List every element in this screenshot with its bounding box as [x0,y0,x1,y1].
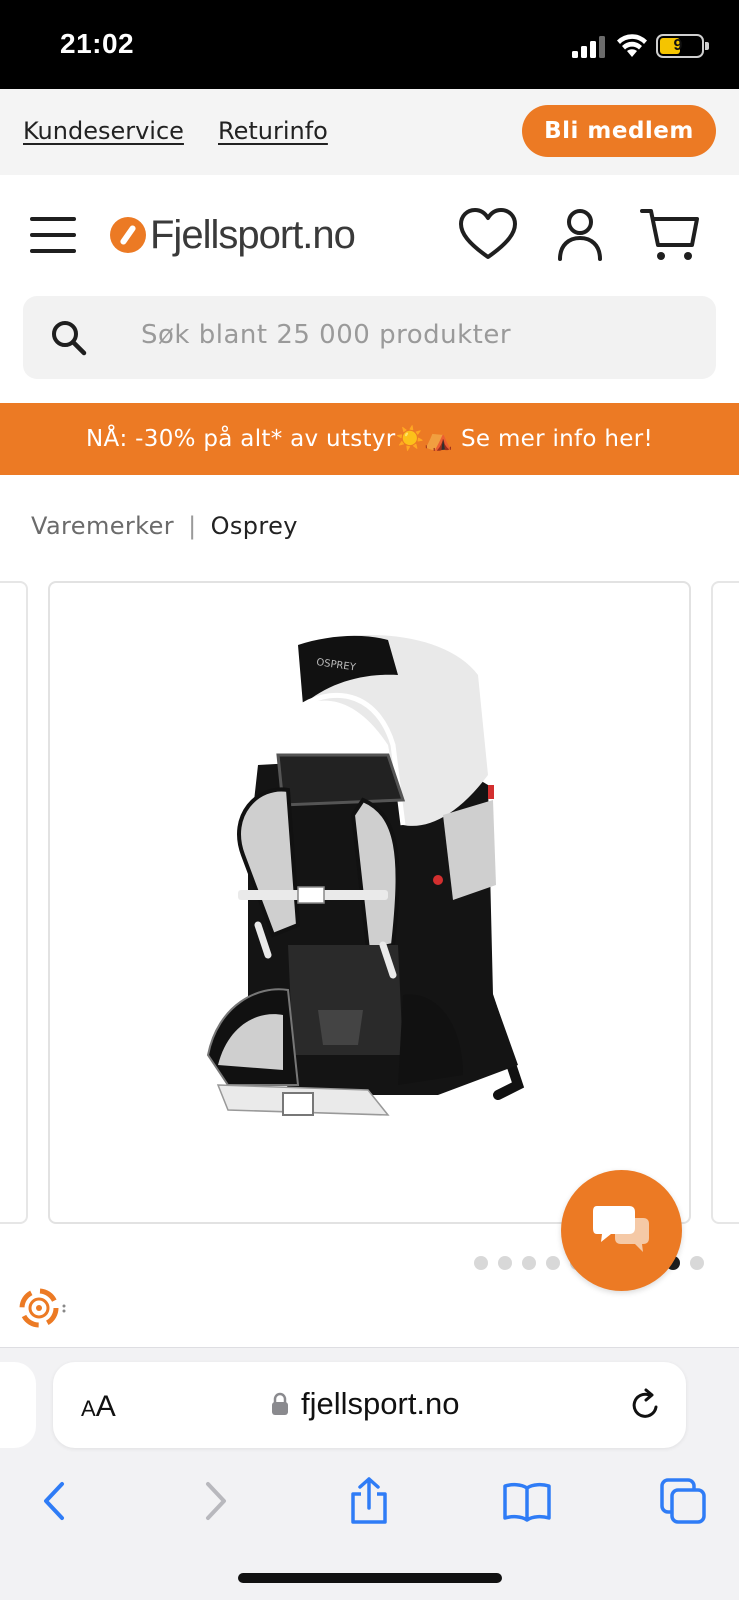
status-time: 21:02 [60,28,135,59]
wifi-icon [617,34,647,57]
previous-image-card[interactable] [0,581,28,1224]
promo-banner[interactable]: NÅ: -30% på alt* av utstyr☀️⛺ Se mer inf… [0,403,739,475]
status-bar: 21:02 9 [0,0,739,89]
chat-button[interactable] [561,1170,682,1291]
browser-toolbar: AA fjellsport.no [0,1347,739,1600]
pagination-dot[interactable] [498,1256,512,1270]
reader-settings-button[interactable]: AA [81,1390,116,1424]
cellular-signal-icon [572,36,605,58]
return-info-link[interactable]: Returinfo [218,117,328,145]
breadcrumb: Varemerker | Osprey [31,512,298,540]
url-text[interactable]: fjellsport.no [301,1386,460,1422]
logo-text: Fjellsport.no [150,212,356,257]
account-user-icon[interactable] [550,207,610,263]
customer-service-link[interactable]: Kundeservice [23,117,184,145]
product-image-child-carrier: OSPREY [206,635,525,1116]
top-links-bar: Kundeservice Returinfo Bli medlem [0,89,739,175]
address-bar[interactable]: AA fjellsport.no [53,1362,686,1448]
previous-tab-preview[interactable] [0,1362,36,1448]
back-arrow-icon[interactable] [30,1476,80,1526]
aa-big: A [95,1390,116,1423]
menu-icon[interactable] [30,215,78,253]
search-icon [52,321,87,356]
tabs-icon[interactable] [658,1476,708,1526]
battery-icon: 9 [656,34,709,58]
breadcrumb-separator: | [188,512,197,540]
become-member-button[interactable]: Bli medlem [522,105,716,157]
cart-icon[interactable] [640,207,700,263]
site-header: Fjellsport.no [0,175,739,295]
reload-icon[interactable] [629,1388,663,1422]
loyalty-badge-icon[interactable] [12,1280,68,1336]
breadcrumb-current[interactable]: Osprey [211,512,298,540]
logo-mark-icon [110,217,146,253]
chat-bubbles-icon [593,1206,649,1252]
search-input[interactable]: Søk blant 25 000 produkter [141,320,511,350]
lock-icon [272,1392,288,1415]
pagination-dot[interactable] [690,1256,704,1270]
pagination-dot[interactable] [474,1256,488,1270]
battery-level: 9 [673,37,683,54]
breadcrumb-brands-link[interactable]: Varemerker [31,512,174,540]
product-image-card[interactable]: OSPREY [48,581,691,1224]
forward-arrow-icon[interactable] [190,1476,240,1526]
bookmarks-icon[interactable] [502,1476,552,1526]
search-bar[interactable]: Søk blant 25 000 produkter [23,296,716,379]
next-image-card[interactable] [711,581,739,1224]
pagination-dot[interactable] [522,1256,536,1270]
aa-small: A [81,1396,96,1421]
share-icon[interactable] [344,1476,394,1526]
pagination-dot[interactable] [546,1256,560,1270]
home-indicator [238,1573,502,1583]
wishlist-heart-icon[interactable] [458,207,518,263]
site-logo[interactable]: Fjellsport.no [110,212,356,257]
